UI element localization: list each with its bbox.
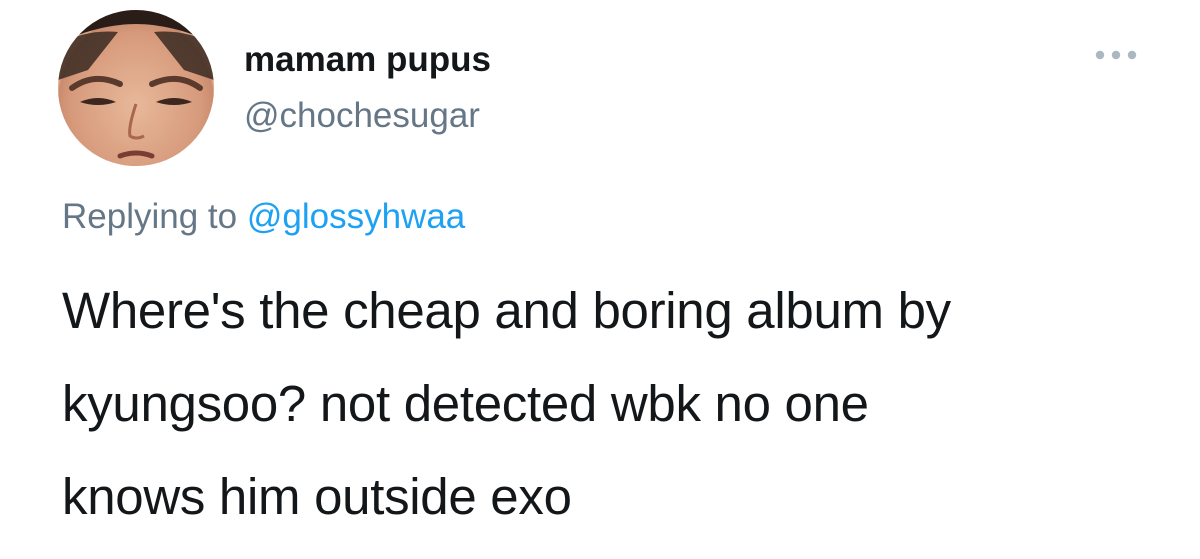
tweet-text: Where's the cheap and boring album by ky… <box>62 264 1172 543</box>
tweet-text-line: kyungsoo? not detected wbk no one <box>62 375 869 432</box>
reply-mention-link[interactable]: @glossyhwaa <box>247 197 465 236</box>
author-handle[interactable]: @chochesugar <box>244 94 480 138</box>
more-options-button[interactable] <box>1092 40 1140 70</box>
more-horizontal-icon <box>1095 50 1137 60</box>
replying-to-label: Replying to <box>62 197 238 236</box>
tweet-text-line: knows him outside exo <box>62 468 572 525</box>
author-display-name[interactable]: mamam pupus <box>244 38 491 82</box>
replying-to-line: Replying to @glossyhwaa <box>62 195 465 239</box>
avatar[interactable] <box>58 10 214 166</box>
person-face-icon <box>58 10 214 166</box>
tweet-text-line: Where's the cheap and boring album by <box>62 282 951 339</box>
tweet-card: mamam pupus @chochesugar Replying to @gl… <box>0 0 1200 559</box>
